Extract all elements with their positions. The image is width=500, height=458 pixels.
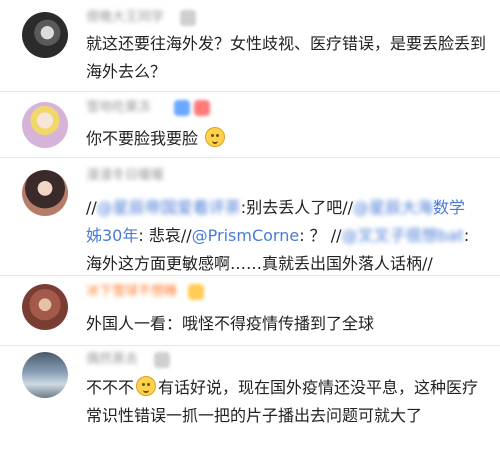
comment-line-1: //@星辰帝国爱看评茶:别去丢人了吧//@星辰大海数学 xyxy=(86,194,486,222)
username[interactable]: 傍晚大王同学 xyxy=(86,8,164,28)
avatar[interactable] xyxy=(22,102,68,148)
comment-item: 偶然黑去 不不不 有话好说，现在国外疫情还没平息，这种医疗常识性错误一抓一把的片子… xyxy=(0,346,500,458)
mention-link[interactable]: 姊30年 xyxy=(86,226,138,245)
avatar[interactable] xyxy=(22,170,68,216)
sweat-smile-emoji-icon xyxy=(136,376,157,396)
separator-text: // xyxy=(86,198,97,217)
comment-text: 外国人一看：哦怪不得疫情传播到了全球 xyxy=(86,314,375,333)
comment-line-2: 姊30年: 悲哀//@PrismCorne: ？ //@叉叉子很想bat: xyxy=(86,222,486,250)
comment-text: 不不不 有话好说，现在国外疫情还没平息，这种医疗常识性错误一抓一把的片子播出去问题… xyxy=(86,374,486,430)
mention-link[interactable]: @叉叉子很想bat xyxy=(342,222,464,250)
avatar[interactable] xyxy=(22,352,68,398)
avatar[interactable] xyxy=(22,284,68,330)
username[interactable]: 漫漫冬日暖暖 xyxy=(86,166,164,186)
comment-text-content: 你不要脸我要脸 xyxy=(86,129,199,148)
avatar[interactable] xyxy=(22,12,68,58)
username[interactable]: 雪地吃果冻 xyxy=(86,98,151,118)
thinking-emoji-icon xyxy=(205,127,226,147)
comment-item: 冰下雪球不想睡 外国人一看：哦怪不得疫情传播到了全球 xyxy=(0,276,500,346)
level-badge-icon xyxy=(194,100,210,116)
user-badge-icon xyxy=(180,10,196,26)
reply-text: : ？ // xyxy=(299,226,342,245)
user-badge-icon xyxy=(154,352,170,368)
reply-text: :别去丢人了吧// xyxy=(240,198,353,217)
comment-text: 你不要脸我要脸 xyxy=(86,125,486,153)
verified-badge-icon xyxy=(174,100,190,116)
mention-link[interactable]: @星辰大海 xyxy=(353,194,433,222)
username[interactable]: 偶然黑去 xyxy=(86,350,138,370)
comment-text: 就这还要往海外发？女性歧视、医疗错误，是要丢脸丢到海外去么？ xyxy=(86,34,487,81)
mention-link[interactable]: @PrismCorne xyxy=(192,226,300,245)
vip-badge-icon xyxy=(188,284,204,300)
comment-item: 傍晚大王同学 就这还要往海外发？女性歧视、医疗错误，是要丢脸丢到海外去么？ xyxy=(0,0,500,92)
comment-text-start: 不不不 xyxy=(86,378,135,397)
comment-item: 漫漫冬日暖暖 //@星辰帝国爱看评茶:别去丢人了吧//@星辰大海数学 姊30年:… xyxy=(0,158,500,276)
comment-text: //@星辰帝国爱看评茶:别去丢人了吧//@星辰大海数学 姊30年: 悲哀//@P… xyxy=(86,194,486,278)
mention-suffix[interactable]: 数学 xyxy=(433,198,465,217)
username[interactable]: 冰下雪球不想睡 xyxy=(86,282,177,302)
reply-text: : 悲哀// xyxy=(138,226,192,245)
comment-item: 雪地吃果冻 你不要脸我要脸 xyxy=(0,92,500,158)
mention-link[interactable]: @星辰帝国爱看评茶 xyxy=(97,194,241,222)
comment-line-3: 海外这方面更敏感啊……真就丢出国外落人话柄// xyxy=(86,254,433,273)
